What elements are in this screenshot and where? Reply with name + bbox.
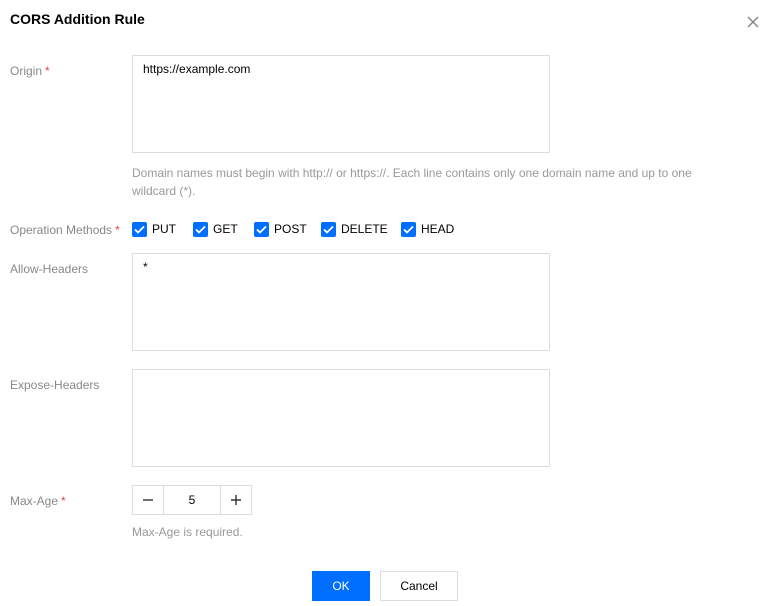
max-age-label-text: Max-Age bbox=[10, 494, 59, 508]
method-label: HEAD bbox=[421, 222, 455, 236]
check-icon bbox=[195, 225, 206, 234]
checkbox-checked[interactable] bbox=[132, 221, 147, 237]
max-age-stepper: 5 bbox=[132, 485, 252, 515]
origin-label-text: Origin bbox=[10, 64, 43, 78]
expose-headers-input[interactable] bbox=[132, 369, 550, 467]
method-label: POST bbox=[274, 222, 307, 236]
check-icon bbox=[134, 225, 145, 234]
increment-button[interactable] bbox=[221, 486, 251, 514]
plus-icon bbox=[231, 495, 241, 505]
origin-help: Domain names must begin with http:// or … bbox=[132, 164, 692, 200]
method-checkbox-put[interactable]: PUT bbox=[132, 221, 193, 237]
origin-help-line2: wildcard (*). bbox=[132, 184, 196, 198]
checkbox-checked[interactable] bbox=[401, 221, 416, 237]
checkbox-checked[interactable] bbox=[193, 221, 208, 237]
method-checkbox-head[interactable]: HEAD bbox=[401, 221, 455, 237]
method-label: GET bbox=[213, 222, 238, 236]
max-age-help: Max-Age is required. bbox=[132, 525, 243, 539]
method-checkbox-delete[interactable]: DELETE bbox=[321, 221, 401, 237]
max-age-label: Max-Age * bbox=[10, 494, 66, 508]
methods-label: Operation Methods * bbox=[10, 223, 120, 237]
check-icon bbox=[323, 225, 334, 234]
method-checkbox-post[interactable]: POST bbox=[254, 221, 321, 237]
origin-help-line1: Domain names must begin with http:// or … bbox=[132, 166, 692, 180]
close-icon bbox=[747, 16, 759, 28]
origin-input[interactable]: https://example.com bbox=[132, 55, 550, 153]
decrement-button[interactable] bbox=[133, 486, 163, 514]
cancel-button[interactable]: Cancel bbox=[380, 571, 458, 601]
dialog-title: CORS Addition Rule bbox=[10, 11, 145, 27]
method-label: PUT bbox=[152, 222, 176, 236]
ok-button[interactable]: OK bbox=[312, 571, 370, 601]
method-label: DELETE bbox=[341, 222, 388, 236]
close-button[interactable] bbox=[745, 14, 761, 30]
allow-headers-input[interactable]: * bbox=[132, 253, 550, 351]
method-checkbox-get[interactable]: GET bbox=[193, 221, 254, 237]
cors-rule-dialog: CORS Addition Rule Origin * https://examp… bbox=[0, 0, 771, 606]
allow-headers-label: Allow-Headers bbox=[10, 262, 89, 276]
methods-label-text: Operation Methods bbox=[10, 223, 113, 237]
check-icon bbox=[403, 225, 414, 234]
required-mark: * bbox=[61, 494, 66, 508]
minus-icon bbox=[143, 499, 153, 501]
required-mark: * bbox=[45, 64, 50, 78]
max-age-input[interactable]: 5 bbox=[163, 486, 221, 514]
checkbox-checked[interactable] bbox=[321, 221, 336, 237]
checkbox-checked[interactable] bbox=[254, 221, 269, 237]
expose-headers-label: Expose-Headers bbox=[10, 378, 100, 392]
check-icon bbox=[256, 225, 267, 234]
methods-group: PUT GET POST DELETE HEAD bbox=[132, 220, 454, 238]
required-mark: * bbox=[115, 223, 120, 237]
origin-label: Origin * bbox=[10, 64, 50, 78]
